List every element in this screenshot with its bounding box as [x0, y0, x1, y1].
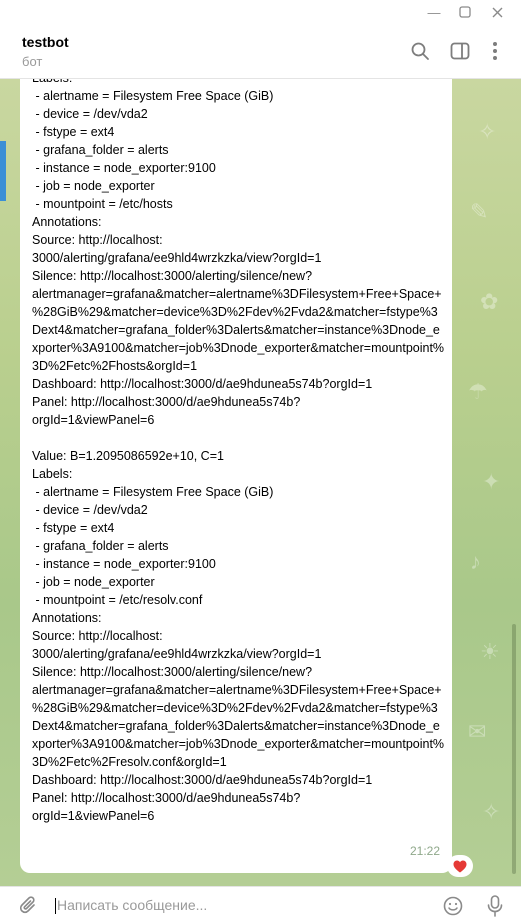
- maximize-button[interactable]: [453, 3, 477, 21]
- chat-header[interactable]: testbot бот: [0, 24, 521, 79]
- wallpaper-doodle-icon: ✿: [480, 289, 499, 314]
- maximize-icon: [459, 6, 471, 18]
- chat-status: бот: [22, 54, 43, 69]
- message-composer: [0, 886, 521, 922]
- wallpaper-doodle-icon: ✎: [470, 199, 489, 224]
- more-vertical-icon: [493, 42, 497, 60]
- heart-icon: [453, 860, 467, 872]
- more-options-button[interactable]: [482, 38, 508, 64]
- attach-button[interactable]: [16, 893, 42, 919]
- voice-message-button[interactable]: [482, 893, 508, 919]
- wallpaper-doodle-icon: ☂: [468, 379, 488, 404]
- search-button[interactable]: [407, 38, 433, 64]
- paperclip-icon: [20, 896, 35, 914]
- chat-title[interactable]: testbot: [22, 34, 69, 50]
- close-icon: [492, 7, 502, 17]
- smiley-icon: [443, 896, 463, 916]
- emoji-button[interactable]: [440, 893, 466, 919]
- chat-scrollbar[interactable]: [512, 624, 516, 874]
- window-titlebar: —: [0, 0, 521, 24]
- message-text: Labels: - alertname = Filesystem Free Sp…: [32, 79, 445, 823]
- wallpaper-doodle-icon: ✦: [482, 469, 501, 494]
- wallpaper-doodle-icon: ♪: [470, 549, 481, 574]
- sidebar-toggle-button[interactable]: [447, 38, 473, 64]
- reaction-badge[interactable]: [447, 855, 473, 877]
- wallpaper-doodle-icon: ✧: [478, 119, 497, 144]
- message-time: 21:22: [410, 844, 441, 858]
- microphone-icon: [487, 895, 503, 917]
- wallpaper-doodle-icon: ☀: [480, 639, 500, 664]
- wallpaper-doodle-icon: ✉: [468, 719, 487, 744]
- message-input[interactable]: [57, 892, 427, 918]
- telegram-window: — testbot бот ✧ ✎ ✿ ☂ ✦ ♪ ☀ ✉ ✧ - alertn…: [0, 0, 521, 922]
- text-caret: [55, 898, 56, 914]
- message-bubble[interactable]: Labels: - alertname = Filesystem Free Sp…: [20, 79, 452, 873]
- chat-list-edge: [0, 141, 6, 201]
- chat-history[interactable]: ✧ ✎ ✿ ☂ ✦ ♪ ☀ ✉ ✧ Labels: - alertname = …: [0, 79, 521, 886]
- sidebar-toggle-icon: [450, 42, 470, 60]
- close-button[interactable]: [485, 3, 509, 21]
- minimize-button[interactable]: —: [422, 3, 446, 21]
- wallpaper-doodle-icon: ✧: [482, 799, 501, 824]
- search-icon: [411, 42, 429, 60]
